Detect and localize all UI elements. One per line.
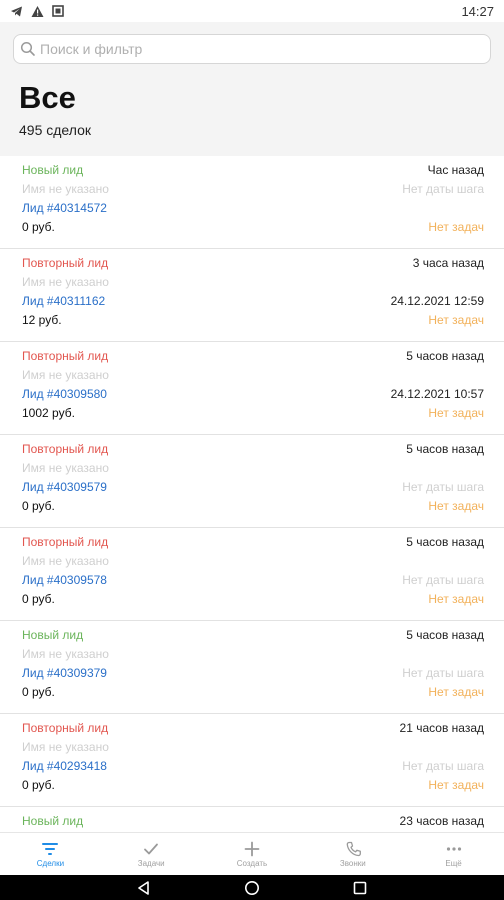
deal-contact-name: Имя не указано bbox=[22, 182, 109, 196]
deal-lead-link[interactable]: Лид #40309580 bbox=[22, 387, 107, 401]
deal-lead-link[interactable]: Лид #40293418 bbox=[22, 759, 107, 773]
nav-tasks[interactable]: Задачи bbox=[101, 833, 202, 875]
deal-time: 21 часов назад bbox=[399, 721, 484, 735]
deal-time: Час назад bbox=[427, 163, 484, 177]
bottom-navigation: Сделки Задачи Создать Звонки Ещё bbox=[0, 832, 504, 875]
page-title: Все bbox=[19, 80, 76, 115]
filter-list-icon bbox=[42, 842, 59, 855]
nav-deals[interactable]: Сделки bbox=[0, 833, 101, 875]
header-area: Все 495 сделок bbox=[0, 22, 504, 156]
deal-status: Повторный лид bbox=[22, 535, 109, 549]
status-bar: 14:27 bbox=[0, 0, 504, 22]
deal-row[interactable]: Повторный лид 5 часов назад Имя не указа… bbox=[0, 528, 504, 621]
deal-row[interactable]: Новый лид 5 часов назад Имя не указано Н… bbox=[0, 621, 504, 714]
deal-price: 0 руб. bbox=[22, 220, 55, 234]
deal-price: 12 руб. bbox=[22, 313, 62, 327]
deal-step-date: 24.12.2021 10:57 bbox=[390, 387, 484, 401]
deal-time: 23 часов назад bbox=[399, 814, 484, 828]
deal-lead-link[interactable]: Лид #40309578 bbox=[22, 573, 107, 587]
deal-price: 0 руб. bbox=[22, 592, 55, 606]
deal-price: 0 руб. bbox=[22, 685, 55, 699]
deal-tasks: Нет задач bbox=[428, 778, 484, 792]
deal-row[interactable]: Новый лид 23 часов назад bbox=[0, 807, 504, 832]
deal-time: 5 часов назад bbox=[406, 442, 484, 456]
system-navigation-bar bbox=[0, 875, 504, 900]
deal-contact-name: Имя не указано bbox=[22, 461, 109, 475]
deal-status: Новый лид bbox=[22, 814, 84, 828]
deal-count: 495 сделок bbox=[19, 122, 91, 138]
deal-price: 1002 руб. bbox=[22, 406, 75, 420]
deal-status: Повторный лид bbox=[22, 442, 109, 456]
deal-row[interactable]: Новый лид Час назад Имя не указано Нет д… bbox=[0, 156, 504, 249]
deal-tasks: Нет задач bbox=[428, 592, 484, 606]
nav-create[interactable]: Создать bbox=[202, 833, 303, 875]
nav-more-label: Ещё bbox=[445, 858, 462, 868]
nav-deals-label: Сделки bbox=[36, 858, 65, 868]
nav-calls[interactable]: Звонки bbox=[302, 833, 403, 875]
nav-more[interactable]: Ещё bbox=[403, 833, 504, 875]
check-icon bbox=[144, 843, 159, 854]
search-icon bbox=[20, 41, 35, 56]
deal-contact-name: Имя не указано bbox=[22, 740, 109, 754]
deal-tasks: Нет задач bbox=[428, 685, 484, 699]
deal-step-date: Нет даты шага bbox=[402, 666, 484, 680]
deal-row[interactable]: Повторный лид 5 часов назад Имя не указа… bbox=[0, 435, 504, 528]
deal-time: 5 часов назад bbox=[406, 349, 484, 363]
nav-calls-label: Звонки bbox=[339, 858, 366, 868]
phone-icon bbox=[346, 841, 361, 856]
deal-contact-name: Имя не указано bbox=[22, 368, 109, 382]
deal-row[interactable]: Повторный лид 5 часов назад Имя не указа… bbox=[0, 342, 504, 435]
deal-contact-name: Имя не указано bbox=[22, 275, 109, 289]
search-input[interactable] bbox=[40, 41, 490, 57]
deal-contact-name: Имя не указано bbox=[22, 554, 109, 568]
recents-icon[interactable] bbox=[352, 880, 368, 896]
status-time: 14:27 bbox=[461, 3, 494, 19]
deal-step-date: Нет даты шага bbox=[402, 182, 484, 196]
deal-status: Новый лид bbox=[22, 163, 84, 177]
back-icon[interactable] bbox=[136, 880, 152, 896]
deal-tasks: Нет задач bbox=[428, 313, 484, 327]
deal-step-date: 24.12.2021 12:59 bbox=[390, 294, 484, 308]
deal-step-date: Нет даты шага bbox=[402, 480, 484, 494]
deal-time: 5 часов назад bbox=[406, 628, 484, 642]
deal-tasks: Нет задач bbox=[428, 499, 484, 513]
deal-status: Повторный лид bbox=[22, 721, 109, 735]
telegram-icon bbox=[10, 5, 23, 18]
deal-row[interactable]: Повторный лид 21 часов назад Имя не указ… bbox=[0, 714, 504, 807]
home-icon[interactable] bbox=[244, 880, 260, 896]
warning-icon bbox=[31, 5, 44, 18]
search-bar[interactable] bbox=[13, 34, 491, 64]
deal-tasks: Нет задач bbox=[428, 406, 484, 420]
deal-price: 0 руб. bbox=[22, 499, 55, 513]
deal-lead-link[interactable]: Лид #40309579 bbox=[22, 480, 107, 494]
deal-status: Повторный лид bbox=[22, 256, 109, 270]
deal-time: 3 часа назад bbox=[412, 256, 484, 270]
deal-lead-link[interactable]: Лид #40314572 bbox=[22, 201, 107, 215]
deal-lead-link[interactable]: Лид #40311162 bbox=[22, 294, 105, 308]
plus-icon bbox=[244, 841, 260, 856]
deal-status: Повторный лид bbox=[22, 349, 109, 363]
deal-price: 0 руб. bbox=[22, 778, 55, 792]
deal-contact-name: Имя не указано bbox=[22, 647, 109, 661]
deal-tasks: Нет задач bbox=[428, 220, 484, 234]
status-icons bbox=[10, 5, 64, 18]
image-icon bbox=[52, 5, 64, 17]
deal-row[interactable]: Повторный лид 3 часа назад Имя не указан… bbox=[0, 249, 504, 342]
more-dots-icon bbox=[446, 846, 461, 851]
deals-list: Новый лид Час назад Имя не указано Нет д… bbox=[0, 156, 504, 832]
nav-tasks-label: Задачи bbox=[137, 858, 165, 868]
deal-status: Новый лид bbox=[22, 628, 84, 642]
deal-step-date: Нет даты шага bbox=[402, 573, 484, 587]
nav-create-label: Создать bbox=[236, 858, 268, 868]
deal-step-date: Нет даты шага bbox=[402, 759, 484, 773]
deal-lead-link[interactable]: Лид #40309379 bbox=[22, 666, 107, 680]
deal-time: 5 часов назад bbox=[406, 535, 484, 549]
